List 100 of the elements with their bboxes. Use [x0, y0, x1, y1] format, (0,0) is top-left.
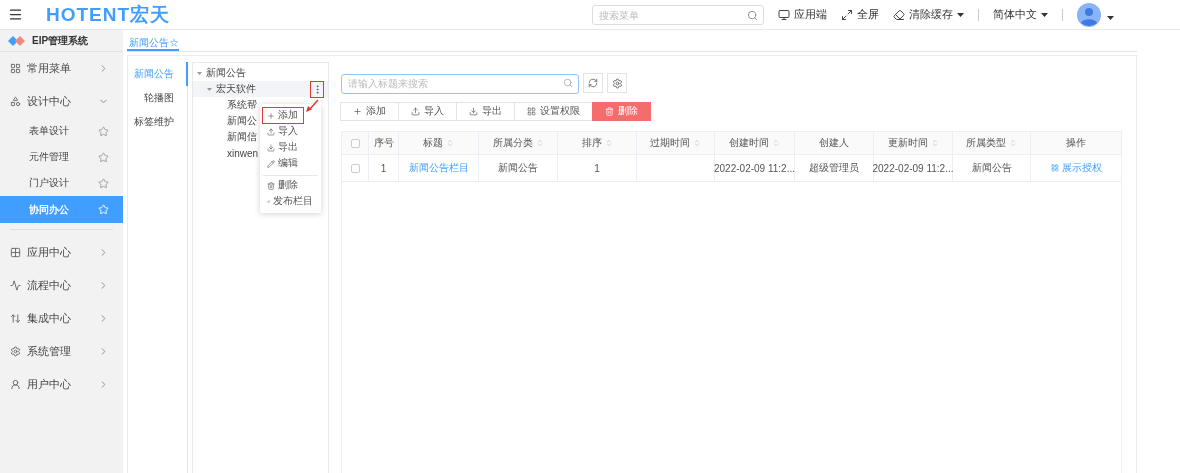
logo: HOTENT宏天: [46, 2, 171, 27]
chevron-right-icon: [98, 247, 109, 258]
menu-item[interactable]: 删除: [263, 175, 318, 193]
column-header: 序号: [373, 136, 394, 150]
avatar[interactable]: [1077, 2, 1101, 27]
side-tab[interactable]: 轮播图: [128, 86, 188, 110]
menu-item[interactable]: 编辑: [263, 156, 318, 171]
title-search-field[interactable]: 请输入标题来搜索: [341, 73, 579, 94]
table-cell: 2022-02-09 11:2...: [872, 162, 954, 174]
settings-icon: [10, 346, 21, 357]
refresh-button[interactable]: [583, 73, 603, 93]
sort-icon: [535, 139, 544, 147]
tree-node[interactable]: 新闻公: [227, 114, 257, 128]
table-cell: 2022-02-09 11:2...: [714, 162, 795, 174]
toolbar-button[interactable]: 添加: [340, 102, 399, 121]
header-action[interactable]: 清除缓存: [893, 7, 964, 22]
table-cell: 新闻公告: [498, 161, 538, 175]
sidebar-item[interactable]: 流程中心: [0, 269, 123, 302]
tree-node[interactable]: 新闻信: [227, 130, 257, 144]
plus-icon: [267, 111, 275, 120]
tree-node[interactable]: 系统帮: [227, 98, 257, 112]
column-header: 标题: [423, 136, 443, 150]
caret-icon: [1107, 15, 1114, 20]
grid-icon: [527, 107, 536, 116]
settings-button[interactable]: [607, 73, 627, 93]
sidebar-item[interactable]: 集成中心: [0, 302, 123, 335]
column-header: 所属类型: [966, 136, 1006, 150]
eraser-icon: [893, 8, 905, 21]
star-icon: [98, 177, 109, 189]
star-icon: [98, 151, 109, 163]
search-icon: [747, 9, 758, 21]
column-header: 创建时间: [729, 136, 769, 150]
menu-item[interactable]: 导入: [263, 124, 318, 139]
upload-icon: [411, 107, 420, 116]
monitor-icon: [778, 8, 790, 21]
checkbox[interactable]: [350, 163, 360, 173]
sort-icon: [446, 139, 454, 147]
trash-icon: [605, 107, 614, 116]
sidebar-item[interactable]: 设计中心: [0, 85, 123, 118]
grid-icon: [1050, 164, 1059, 172]
table-cell: 新闻公告: [971, 161, 1012, 175]
settings-icon: [611, 77, 623, 89]
toolbar-button[interactable]: 导入: [398, 102, 457, 121]
sort-icon: [604, 139, 613, 147]
refresh-icon: [588, 78, 598, 88]
grid-icon: [10, 247, 21, 258]
arrows-icon: [10, 313, 21, 324]
tree-node[interactable]: 新闻公告: [193, 65, 328, 81]
fullscreen-icon: [841, 8, 853, 21]
column-header: 更新时间: [887, 136, 928, 150]
caret-down-icon: [197, 70, 202, 76]
side-tab[interactable]: 标签维护: [128, 110, 188, 134]
system-title: EIP管理系统: [32, 33, 89, 48]
column-header: 操作: [1066, 136, 1086, 150]
upload-icon: [267, 127, 275, 136]
toolbar-button[interactable]: 导出: [456, 102, 515, 121]
plus-icon: [353, 107, 362, 116]
sort-icon: [930, 139, 939, 147]
column-header: 所属分类: [492, 136, 533, 150]
diamond-logo-icon: [8, 35, 26, 46]
download-icon: [267, 143, 275, 152]
table-cell: 1: [380, 162, 387, 174]
search-icon: [563, 78, 573, 88]
sidebar-subitem[interactable]: 表单设计: [0, 118, 123, 144]
header-action[interactable]: 应用端: [778, 7, 827, 22]
sidebar-item[interactable]: 应用中心: [0, 236, 123, 269]
sidebar-subitem[interactable]: 门户设计: [0, 170, 123, 196]
tree-node[interactable]: xinwen: [227, 147, 259, 159]
more-button[interactable]: [310, 80, 324, 98]
activity-icon: [10, 280, 21, 291]
caret-icon: [957, 12, 964, 17]
star-icon: [98, 204, 109, 215]
language-selector[interactable]: 简体中文: [993, 7, 1048, 22]
sidebar-item[interactable]: 用户中心: [0, 368, 123, 401]
menu-item[interactable]: 发布栏目: [263, 194, 318, 209]
table-cell: 超级管理员: [809, 161, 859, 175]
sidebar-item[interactable]: 系统管理: [0, 335, 123, 368]
pencil-icon: [267, 159, 275, 168]
annotation-arrow: [305, 99, 319, 113]
table-cell: 1: [594, 162, 600, 174]
user-icon: [10, 379, 21, 390]
star-icon: [98, 125, 109, 137]
menu-item[interactable]: 添加: [263, 108, 303, 123]
grid-icon: [10, 63, 21, 74]
column-header: 创建人: [819, 136, 849, 150]
toolbar-button[interactable]: 设置权限: [514, 102, 593, 121]
menu-item[interactable]: 导出: [263, 140, 318, 155]
tree-node[interactable]: 宏天软件: [193, 81, 328, 97]
sidebar-item[interactable]: 常用菜单: [0, 52, 123, 85]
caret-icon: [1041, 12, 1048, 17]
shapes-icon: [10, 96, 21, 107]
column-header: 排序: [581, 136, 602, 150]
sidebar-subitem[interactable]: 元件管理: [0, 144, 123, 170]
header-action[interactable]: 全屏: [841, 7, 879, 22]
caret-down-icon: [207, 86, 212, 92]
sort-icon: [693, 139, 701, 147]
download-icon: [469, 107, 478, 116]
checkbox[interactable]: [350, 138, 360, 148]
trash-icon: [267, 181, 275, 190]
sort-icon: [1009, 139, 1017, 147]
